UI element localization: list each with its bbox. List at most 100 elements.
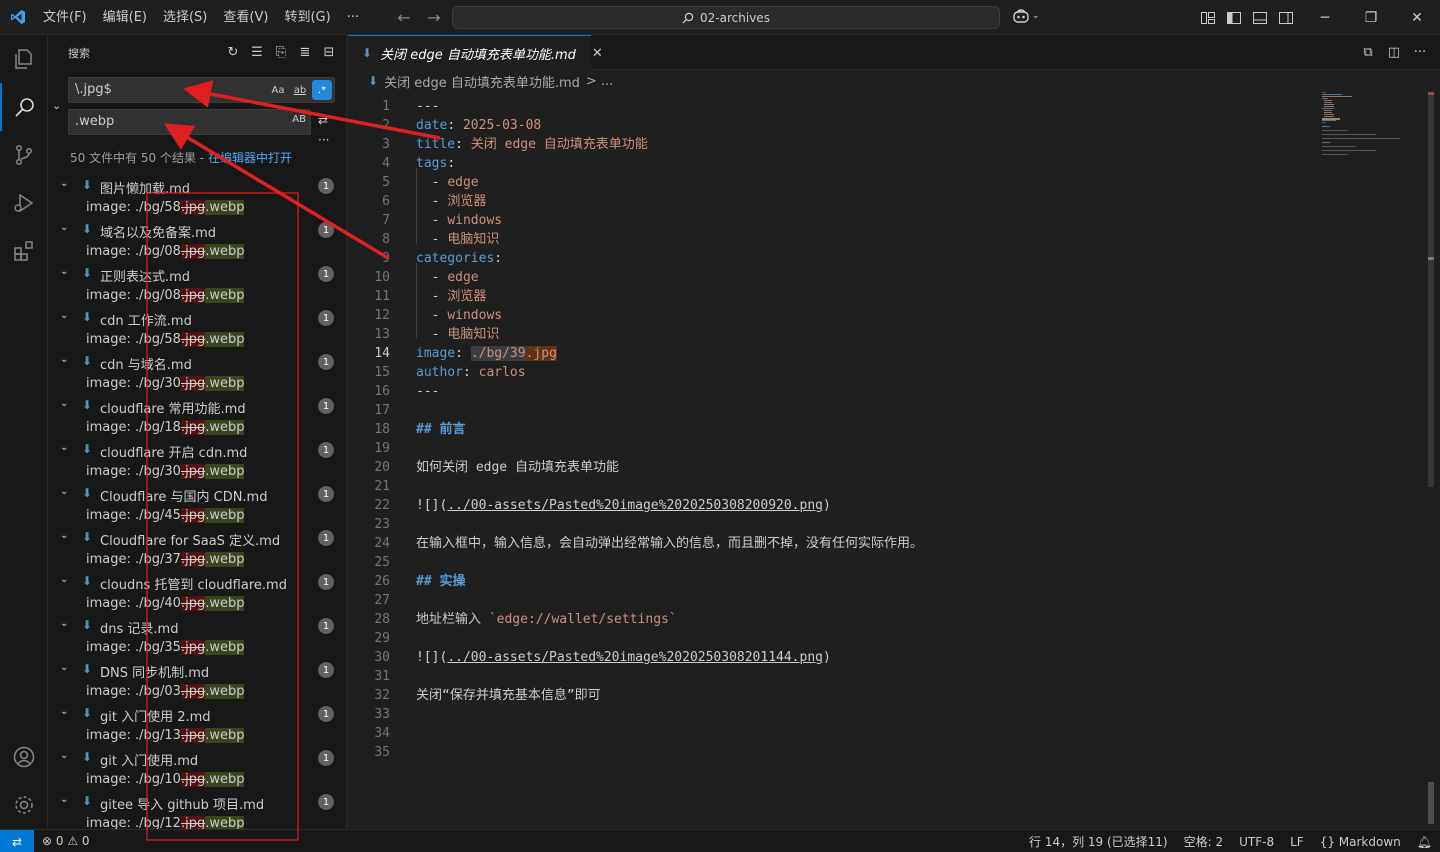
result-file-row[interactable]: ⌄ ⬇ cloudflare 常用功能.md 1 xyxy=(48,395,346,417)
end-of-line[interactable]: LF xyxy=(1282,835,1312,849)
more-options-icon[interactable]: ··· xyxy=(318,133,329,147)
result-file-row[interactable]: ⌄ ⬇ cdn 工作流.md 1 xyxy=(48,307,346,329)
chevron-down-icon[interactable]: ⌄ xyxy=(60,310,74,321)
chevron-down-icon[interactable]: ⌄ xyxy=(60,794,74,805)
menu-item[interactable]: ··· xyxy=(339,0,367,35)
replace-input[interactable]: .webp AB xyxy=(68,109,311,135)
more-actions-icon[interactable]: ··· xyxy=(1412,43,1428,61)
breadcrumb-file[interactable]: 关闭 edge 自动填充表单功能.md xyxy=(384,72,580,91)
result-match-row[interactable]: image: ./bg/35.jpg.webp xyxy=(48,637,346,659)
result-match-row[interactable]: image: ./bg/37.jpg.webp xyxy=(48,549,346,571)
cursor-position[interactable]: 行 14，列 19 (已选择11) xyxy=(1021,833,1176,850)
whole-word-toggle[interactable]: ab xyxy=(290,80,310,100)
result-file-row[interactable]: ⌄ ⬇ cdn 与域名.md 1 xyxy=(48,351,346,373)
encoding[interactable]: UTF-8 xyxy=(1231,835,1282,849)
preserve-case-toggle[interactable]: AB xyxy=(292,114,306,125)
result-file-row[interactable]: ⌄ ⬇ 正则表达式.md 1 xyxy=(48,263,346,285)
collapse-all-icon[interactable]: ⊟ xyxy=(320,43,338,61)
search-view-icon[interactable] xyxy=(0,83,48,131)
menu-item[interactable]: 编辑(E) xyxy=(95,0,155,35)
notifications-bell-icon[interactable]: 🔔︎ xyxy=(1409,835,1440,849)
result-match-row[interactable]: image: ./bg/10.jpg.webp xyxy=(48,769,346,791)
result-file-row[interactable]: ⌄ ⬇ git 入门使用 2.md 1 xyxy=(48,703,346,725)
chevron-down-icon[interactable]: ⌄ xyxy=(60,178,74,189)
replace-all-icon[interactable]: ⇄ xyxy=(318,113,328,127)
breadcrumb-more[interactable]: > ... xyxy=(586,74,613,89)
chevron-down-icon[interactable]: ⌄ xyxy=(60,398,74,409)
result-match-row[interactable]: image: ./bg/03.jpg.webp xyxy=(48,681,346,703)
copilot-menu[interactable]: ⌄ xyxy=(1012,8,1040,24)
menu-item[interactable]: 选择(S) xyxy=(155,0,215,35)
result-match-row[interactable]: image: ./bg/58.jpg.webp xyxy=(48,197,346,219)
result-match-row[interactable]: image: ./bg/58.jpg.webp xyxy=(48,329,346,351)
tab-close-icon[interactable]: ✕ xyxy=(592,46,603,61)
back-arrow-icon[interactable]: ← xyxy=(392,8,416,27)
editor-tab-active[interactable]: ⬇ 关闭 edge 自动填充表单功能.md ✕ xyxy=(348,35,603,70)
regex-toggle[interactable]: .* xyxy=(312,80,332,100)
source-control-icon[interactable] xyxy=(0,131,48,179)
result-file-row[interactable]: ⌄ ⬇ 图片懒加载.md 1 xyxy=(48,175,346,197)
refresh-icon[interactable]: ↻ xyxy=(224,43,242,61)
command-center[interactable]: 02-archives xyxy=(452,6,1000,29)
result-file-row[interactable]: ⌄ ⬇ gitee 导入 github 项目.md 1 xyxy=(48,791,346,813)
minimap[interactable] xyxy=(1322,92,1422,192)
extensions-icon[interactable] xyxy=(0,227,48,275)
chevron-down-icon[interactable]: ⌄ xyxy=(60,530,74,541)
chevron-down-icon[interactable]: ⌄ xyxy=(60,354,74,365)
view-as-tree-icon[interactable]: ≣ xyxy=(296,43,314,61)
result-file-row[interactable]: ⌄ ⬇ dns 记录.md 1 xyxy=(48,615,346,637)
result-file-row[interactable]: ⌄ ⬇ 域名以及免备案.md 1 xyxy=(48,219,346,241)
chevron-down-icon[interactable]: ⌄ xyxy=(60,618,74,629)
result-file-row[interactable]: ⌄ ⬇ Cloudflare 与国内 CDN.md 1 xyxy=(48,483,346,505)
scroll-thumb[interactable] xyxy=(1428,92,1434,487)
chevron-down-icon[interactable]: ⌄ xyxy=(60,442,74,453)
accounts-icon[interactable] xyxy=(0,733,48,781)
language-mode[interactable]: {} Markdown xyxy=(1312,835,1409,849)
split-editor-icon[interactable]: ◫ xyxy=(1386,43,1402,61)
result-match-row[interactable]: image: ./bg/40.jpg.webp xyxy=(48,593,346,615)
close-window-button[interactable]: ✕ xyxy=(1394,0,1440,35)
customize-layout-icon[interactable] xyxy=(1198,8,1218,28)
chevron-down-icon[interactable]: ⌄ xyxy=(60,486,74,497)
toggle-secondary-sidebar-icon[interactable] xyxy=(1276,8,1296,28)
forward-arrow-icon[interactable]: → xyxy=(422,8,446,27)
chevron-down-icon[interactable]: ⌄ xyxy=(60,662,74,673)
result-file-row[interactable]: ⌄ ⬇ Cloudflare for SaaS 定义.md 1 xyxy=(48,527,346,549)
chevron-down-icon[interactable]: ⌄ xyxy=(60,574,74,585)
result-match-row[interactable]: image: ./bg/12.jpg.webp xyxy=(48,813,346,829)
toggle-panel-icon[interactable] xyxy=(1250,8,1270,28)
menu-item[interactable]: 转到(G) xyxy=(276,0,338,35)
result-match-row[interactable]: image: ./bg/30.jpg.webp xyxy=(48,373,346,395)
run-debug-icon[interactable] xyxy=(0,179,48,227)
chevron-down-icon[interactable]: ⌄ xyxy=(60,750,74,761)
explorer-icon[interactable] xyxy=(0,35,48,83)
result-match-row[interactable]: image: ./bg/45.jpg.webp xyxy=(48,505,346,527)
chevron-down-icon[interactable]: ⌄ xyxy=(60,706,74,717)
settings-gear-icon[interactable] xyxy=(0,781,48,829)
result-match-row[interactable]: image: ./bg/13.jpg.webp xyxy=(48,725,346,747)
menu-item[interactable]: 文件(F) xyxy=(35,0,95,35)
result-match-row[interactable]: image: ./bg/30.jpg.webp xyxy=(48,461,346,483)
result-match-row[interactable]: image: ./bg/18.jpg.webp xyxy=(48,417,346,439)
result-file-row[interactable]: ⌄ ⬇ git 入门使用.md 1 xyxy=(48,747,346,769)
chevron-down-icon[interactable]: ⌄ xyxy=(60,222,74,233)
open-in-editor-link[interactable]: 在编辑器中打开 xyxy=(208,151,292,165)
toggle-primary-sidebar-icon[interactable] xyxy=(1224,8,1244,28)
result-match-row[interactable]: image: ./bg/08.jpg.webp xyxy=(48,285,346,307)
clear-results-icon[interactable]: ☰ xyxy=(248,43,266,61)
match-case-toggle[interactable]: Aa xyxy=(268,80,288,100)
code-editor[interactable]: 1 --- 2 date: 2025-03-08 3 title: 关闭 edge 自动填… xyxy=(348,92,1440,829)
indentation[interactable]: 空格: 2 xyxy=(1176,833,1232,850)
result-file-row[interactable]: ⌄ ⬇ cloudflare 开启 cdn.md 1 xyxy=(48,439,346,461)
editor-scrollbar[interactable] xyxy=(1426,92,1438,829)
restore-button[interactable]: ❐ xyxy=(1348,0,1394,35)
open-preview-icon[interactable]: ⧉ xyxy=(1360,43,1376,61)
result-match-row[interactable]: image: ./bg/08.jpg.webp xyxy=(48,241,346,263)
result-file-row[interactable]: ⌄ ⬇ cloudns 托管到 cloudflare.md 1 xyxy=(48,571,346,593)
new-search-editor-icon[interactable]: ⎘ xyxy=(272,43,290,61)
toggle-replace-chevron-icon[interactable]: ⌄ xyxy=(52,99,64,112)
minimize-button[interactable]: ─ xyxy=(1302,0,1348,35)
problems-status[interactable]: ⊗ 0 ⚠ 0 xyxy=(42,834,90,848)
remote-indicator-icon[interactable]: ⇄ xyxy=(0,830,34,852)
search-input[interactable]: \.jpg$ Aa ab .* xyxy=(68,77,335,103)
